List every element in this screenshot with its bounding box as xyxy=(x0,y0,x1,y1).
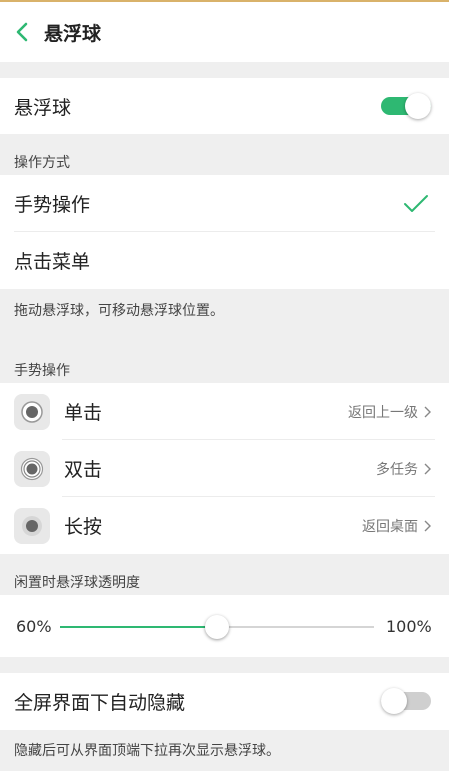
floating-ball-label: 悬浮球 xyxy=(14,96,72,119)
option-gesture-row[interactable]: 手势操作 xyxy=(0,175,449,232)
chevron-left-icon xyxy=(16,22,28,42)
operation-note: 拖动悬浮球，可移动悬浮球位置。 xyxy=(14,303,224,319)
operation-section-label: 操作方式 xyxy=(14,155,70,171)
chevron-right-icon xyxy=(424,520,431,532)
switch-knob xyxy=(405,93,431,119)
gestures-section-label: 手势操作 xyxy=(14,363,70,379)
floating-ball-switch[interactable] xyxy=(381,93,431,119)
slider-fill xyxy=(60,626,217,628)
chevron-right-icon xyxy=(424,406,431,418)
slider-handle[interactable] xyxy=(205,615,229,639)
gesture-label: 双击 xyxy=(64,459,103,481)
gesture-action-text: 多任务 xyxy=(376,462,418,478)
gesture-label: 单击 xyxy=(64,402,103,424)
slider-min-label: 60% xyxy=(16,617,52,636)
gesture-single-tap-row[interactable]: 单击 返回上一级 xyxy=(0,383,449,440)
opacity-section-label: 闲置时悬浮球透明度 xyxy=(14,575,140,591)
single-tap-icon xyxy=(14,393,50,430)
check-icon xyxy=(404,195,428,212)
gesture-label: 长按 xyxy=(64,516,103,538)
auto-hide-label: 全屏界面下自动隐藏 xyxy=(14,692,186,714)
floating-ball-toggle-row[interactable]: 悬浮球 xyxy=(0,78,449,134)
option-gesture-label: 手势操作 xyxy=(14,194,91,216)
opacity-slider[interactable] xyxy=(60,615,374,639)
gesture-double-tap-row[interactable]: 双击 多任务 xyxy=(0,440,449,497)
app-header: 悬浮球 xyxy=(0,2,449,62)
chevron-right-icon xyxy=(424,463,431,475)
option-menu-row[interactable]: 点击菜单 xyxy=(0,232,449,289)
auto-hide-switch[interactable] xyxy=(381,688,431,714)
gesture-action-text: 返回上一级 xyxy=(348,405,418,421)
back-button[interactable] xyxy=(2,2,42,62)
gesture-long-press-row[interactable]: 长按 返回桌面 xyxy=(0,497,449,554)
page-title: 悬浮球 xyxy=(44,22,102,45)
option-menu-label: 点击菜单 xyxy=(14,251,91,273)
long-press-icon xyxy=(14,507,50,544)
gesture-value: 返回桌面 xyxy=(362,516,431,536)
gesture-action-text: 返回桌面 xyxy=(362,519,418,535)
switch-knob xyxy=(381,688,407,714)
double-tap-icon xyxy=(14,450,50,487)
opacity-slider-row: 60% 100% xyxy=(0,595,449,657)
gesture-value: 返回上一级 xyxy=(348,402,431,422)
gesture-value: 多任务 xyxy=(376,459,431,479)
auto-hide-note: 隐藏后可从界面顶端下拉再次显示悬浮球。 xyxy=(14,743,280,759)
auto-hide-toggle-row[interactable]: 全屏界面下自动隐藏 xyxy=(0,673,449,730)
slider-max-label: 100% xyxy=(386,617,432,636)
